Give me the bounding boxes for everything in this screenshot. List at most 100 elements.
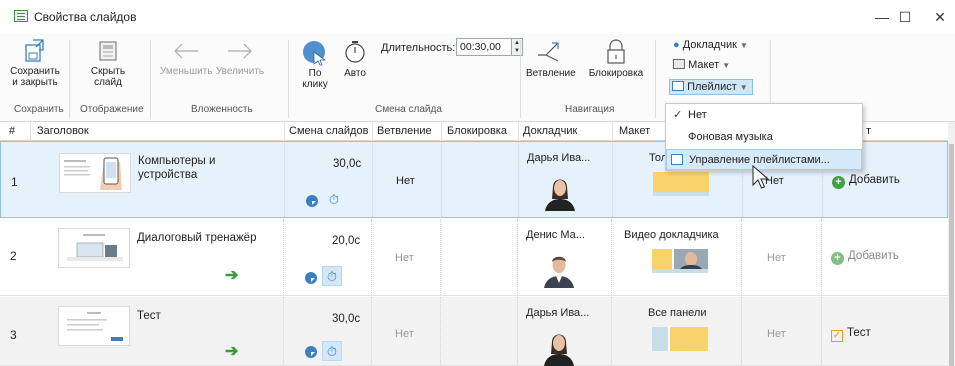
lock-button[interactable]: Блокировка xyxy=(586,38,646,79)
group-label-slide-change: Смена слайда xyxy=(375,104,442,115)
group-label-display: Отображение xyxy=(80,104,144,115)
header-separator xyxy=(612,122,613,141)
group-separator xyxy=(69,40,70,118)
header-slide-change[interactable]: Смена слайдов xyxy=(289,125,368,137)
group-label-nesting: Вложенность xyxy=(191,104,253,115)
branching-button[interactable]: Ветвление xyxy=(526,38,576,79)
increase-label: Увеличить xyxy=(215,66,265,77)
mouse-click-icon xyxy=(303,41,327,66)
header-separator xyxy=(284,122,285,141)
chevron-down-icon: ▼ xyxy=(722,61,731,70)
save-close-button[interactable]: Сохранить и закрыть xyxy=(10,38,60,88)
presenter-button[interactable]: ● Докладчик ▼ xyxy=(673,39,748,51)
header-layout[interactable]: Макет xyxy=(619,125,650,137)
presenter-avatar xyxy=(544,256,574,288)
layout-thumbnail xyxy=(652,327,708,351)
on-click-label-1: По xyxy=(308,68,322,79)
hide-slide-button[interactable]: Скрыть слайд xyxy=(80,38,136,88)
group-label-navigation: Навигация xyxy=(565,104,615,115)
save-close-label-1: Сохранить xyxy=(10,66,60,77)
add-button[interactable]: + Добавить xyxy=(831,250,899,265)
test-button[interactable]: ✓ Тест xyxy=(831,327,871,342)
arrow-right-icon: ➔ xyxy=(225,343,239,360)
mouse-click-icon[interactable] xyxy=(306,195,318,207)
menu-item-label: Фоновая музыка xyxy=(688,131,773,143)
add-button[interactable]: + Добавить xyxy=(832,174,900,189)
playlist-button[interactable]: Плейлист ▼ xyxy=(669,79,753,95)
chevron-down-icon: ▼ xyxy=(739,83,748,92)
layout-label: Макет xyxy=(688,59,720,71)
save-close-icon xyxy=(25,39,44,62)
presenter-avatar xyxy=(545,179,575,211)
layout-thumbnail xyxy=(652,249,708,273)
layout-name[interactable]: Видео докладчика xyxy=(624,229,719,241)
presenter-name[interactable]: Дарья Ива... xyxy=(526,307,589,319)
duration-label: Длительность: xyxy=(381,42,456,54)
scrollbar-thumb[interactable] xyxy=(949,144,954,366)
menu-item-none[interactable]: ✓ Нет xyxy=(666,105,862,126)
decrease-button[interactable]: Уменьшить xyxy=(160,38,212,77)
header-number[interactable]: # xyxy=(9,125,15,137)
window-title: Свойства слайдов xyxy=(34,10,137,24)
close-button[interactable]: ✕ xyxy=(920,6,955,28)
duration-spinner[interactable]: ▲ ▼ xyxy=(512,38,523,56)
header-lock[interactable]: Блокировка xyxy=(447,125,507,137)
vertical-scrollbar[interactable] xyxy=(948,122,955,366)
presenter-avatar xyxy=(544,334,574,366)
hide-slide-label-1: Скрыть xyxy=(90,66,126,77)
timer-icon[interactable]: ⏱ xyxy=(322,341,342,361)
timer-icon xyxy=(345,41,365,63)
slide-thumbnail xyxy=(59,153,131,193)
mouse-click-icon[interactable] xyxy=(305,346,317,358)
header-branching[interactable]: Ветвление xyxy=(377,125,432,137)
branching-value[interactable]: Нет xyxy=(395,328,414,340)
timer-icon[interactable]: ⏱ xyxy=(322,266,342,286)
presenter-name[interactable]: Дарья Ива... xyxy=(527,152,590,164)
duration-input[interactable]: 00:30,00 xyxy=(456,38,512,56)
group-separator xyxy=(655,40,656,118)
timer-icon[interactable]: ⏱ xyxy=(324,190,344,210)
mouse-click-icon[interactable] xyxy=(305,272,317,284)
layout-button[interactable]: Макет ▼ xyxy=(673,59,730,71)
hide-slide-icon xyxy=(99,41,117,61)
header-separator xyxy=(30,122,31,141)
app-icon xyxy=(14,10,28,22)
header-presenter[interactable]: Докладчик xyxy=(523,125,577,137)
arrow-left-icon xyxy=(174,43,198,59)
row-number: 3 xyxy=(10,328,17,342)
row-number: 1 xyxy=(11,175,18,189)
layout-icon xyxy=(673,59,685,69)
test-label: Тест xyxy=(847,327,871,339)
increase-button[interactable]: Увеличить xyxy=(214,38,266,77)
presenter-icon: ● xyxy=(673,39,680,51)
layout-name[interactable]: Все панели xyxy=(648,307,706,319)
playlist-value[interactable]: Нет xyxy=(767,328,786,340)
slide-thumbnail xyxy=(58,306,130,346)
slide-title: Диалоговый тренажёр xyxy=(137,232,257,244)
presenter-name[interactable]: Денис Ма... xyxy=(526,229,585,241)
plus-icon: + xyxy=(832,176,845,189)
branching-label: Ветвление xyxy=(526,68,576,79)
table-row[interactable]: 3 Тест ➔ 30,0с ⏱ Нет Дарья Ива... Все па… xyxy=(0,297,948,366)
header-separator xyxy=(372,122,373,141)
auto-button[interactable]: Авто xyxy=(339,38,371,79)
on-click-label-2: клику xyxy=(302,79,328,90)
maximize-button[interactable]: ☐ xyxy=(885,6,925,28)
on-click-button[interactable]: По клику xyxy=(297,38,333,90)
slide-thumbnail xyxy=(58,228,130,268)
branching-value[interactable]: Нет xyxy=(396,175,415,187)
menu-item-background-music[interactable]: Фоновая музыка xyxy=(666,127,862,148)
table-row[interactable]: 2 Диалоговый тренажёр ➔ 20,0с ⏱ Нет Дени… xyxy=(0,219,948,296)
arrow-right-icon: ➔ xyxy=(225,267,239,284)
playlist-label: Плейлист xyxy=(687,81,737,93)
lock-icon xyxy=(607,39,625,64)
playlist-dropdown-menu: ✓ Нет Фоновая музыка Управление плейлист… xyxy=(665,103,863,171)
header-title[interactable]: Заголовок xyxy=(37,125,89,137)
row-number: 2 xyxy=(10,249,17,263)
branching-value[interactable]: Нет xyxy=(395,252,414,264)
arrow-right-icon xyxy=(228,43,252,59)
header-action[interactable]: т xyxy=(866,125,871,137)
branching-icon xyxy=(538,42,559,62)
slide-duration: 20,0с xyxy=(332,235,361,247)
playlist-value[interactable]: Нет xyxy=(767,252,786,264)
